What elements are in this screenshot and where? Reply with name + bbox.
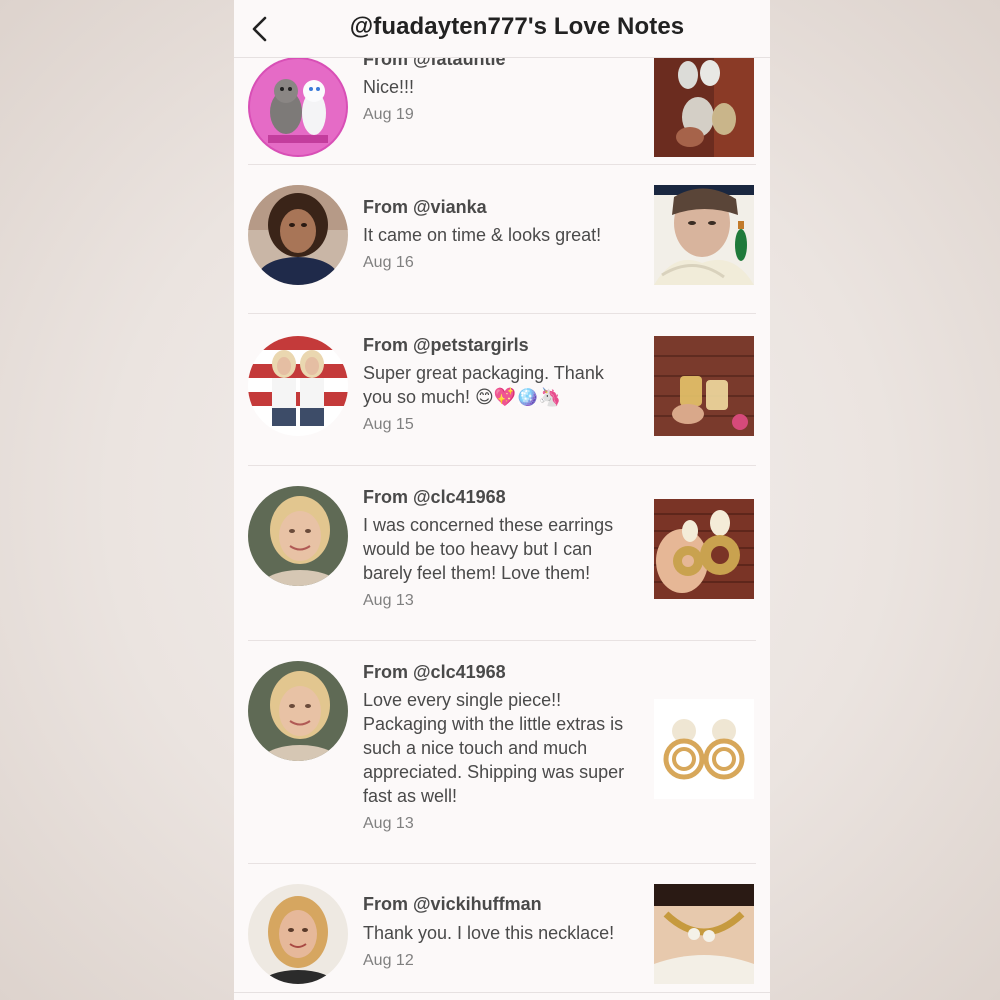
listing-thumbnail[interactable] bbox=[654, 57, 754, 157]
note-date: Aug 13 bbox=[363, 592, 414, 609]
avatar-cartoon-cats-image bbox=[248, 57, 348, 157]
avatar[interactable] bbox=[248, 336, 348, 436]
note-date: Aug 16 bbox=[363, 254, 414, 271]
avatar-user-photo bbox=[248, 486, 348, 586]
avatar[interactable] bbox=[248, 884, 348, 984]
back-button[interactable] bbox=[246, 14, 272, 44]
note-date: Aug 12 bbox=[363, 952, 414, 969]
note-message: It came on time & looks great! bbox=[363, 225, 602, 245]
app-header: @fuadayten777's Love Notes bbox=[234, 0, 770, 58]
listing-silver-earrings-image bbox=[654, 57, 754, 157]
avatar-user-photo bbox=[248, 661, 348, 761]
avatar-user-photo bbox=[248, 884, 348, 984]
note-sender[interactable]: From @clc41968 bbox=[363, 487, 506, 508]
love-note[interactable]: From @vickihuffman Thank you. I love thi… bbox=[248, 864, 756, 1000]
listing-crystal-earrings-image bbox=[654, 336, 754, 436]
listing-thumbnail[interactable] bbox=[654, 336, 754, 436]
listing-gold-ring-earrings-image bbox=[654, 499, 754, 599]
page-title: @fuadayten777's Love Notes bbox=[349, 13, 685, 40]
bottom-nav-bar bbox=[234, 992, 770, 1000]
listing-thumbnail[interactable] bbox=[654, 499, 754, 599]
listing-thumbnail[interactable] bbox=[654, 884, 754, 984]
note-date: Aug 19 bbox=[363, 106, 414, 123]
love-note[interactable]: From @clc41968 Love every single piece!!… bbox=[248, 641, 756, 863]
love-note[interactable]: From @clc41968 I was concerned these ear… bbox=[248, 466, 756, 640]
love-note[interactable]: From @petstargirls Super great packaging… bbox=[248, 314, 756, 464]
note-message: Love every single piece!! Packaging with… bbox=[363, 690, 625, 806]
avatar-user-photo bbox=[248, 336, 348, 436]
avatar[interactable] bbox=[248, 486, 348, 586]
note-sender[interactable]: From @clc41968 bbox=[363, 662, 506, 683]
note-message: Thank you. I love this necklace! bbox=[363, 923, 615, 943]
avatar[interactable] bbox=[248, 661, 348, 761]
listing-thumbnail[interactable] bbox=[654, 699, 754, 799]
note-sender[interactable]: From @vickihuffman bbox=[363, 894, 542, 915]
note-date: Aug 13 bbox=[363, 815, 414, 832]
avatar-user-photo bbox=[248, 185, 348, 285]
avatar[interactable] bbox=[248, 185, 348, 285]
love-note[interactable]: From @vianka It came on time & looks gre… bbox=[248, 165, 756, 313]
note-message: Nice!!! bbox=[363, 77, 415, 97]
listing-green-earring-model-image bbox=[654, 185, 754, 285]
listing-thumbnail[interactable] bbox=[654, 185, 754, 285]
chevron-left-icon bbox=[252, 16, 267, 42]
note-date: Aug 15 bbox=[363, 416, 414, 433]
love-notes-screen: From @fatauntie Nice!!! Aug 19 From @via… bbox=[234, 0, 770, 1000]
note-message: Super great packaging. Thank you so much… bbox=[363, 363, 604, 407]
note-message: I was concerned these earrings would be … bbox=[363, 515, 614, 583]
note-sender[interactable]: From @vianka bbox=[363, 197, 487, 218]
note-sender[interactable]: From @petstargirls bbox=[363, 335, 529, 356]
avatar[interactable] bbox=[248, 57, 348, 157]
listing-gold-chain-necklace-image bbox=[654, 884, 754, 984]
listing-shell-hoop-earrings-image bbox=[654, 699, 754, 799]
